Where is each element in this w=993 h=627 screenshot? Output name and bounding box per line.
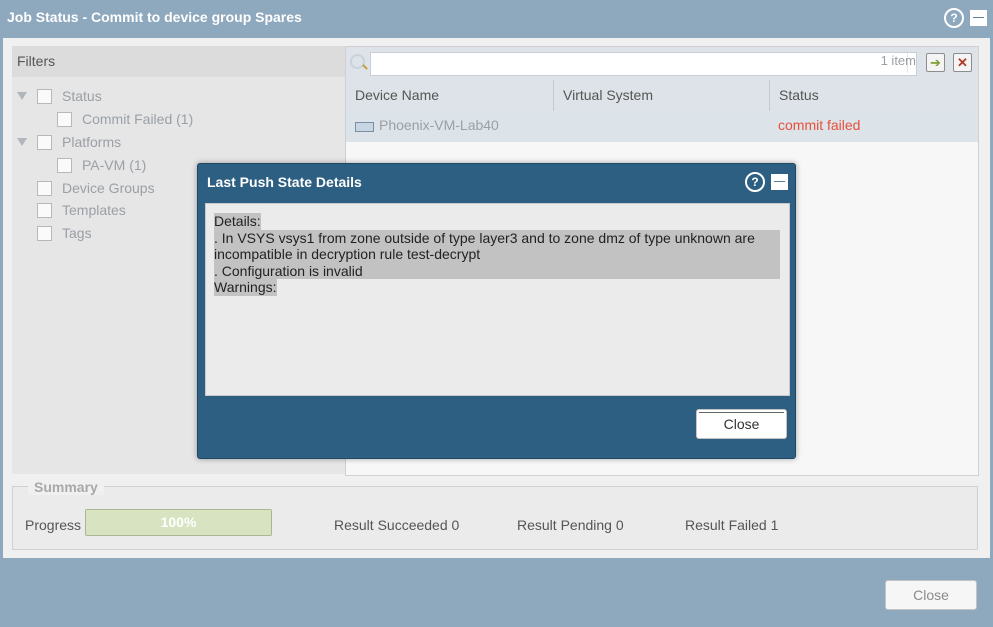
detail-line: . In VSYS vsys1 from zone outside of typ… bbox=[214, 229, 780, 246]
summary-section: Summary Progress 100% Result Succeeded 0… bbox=[12, 479, 978, 550]
item-count: 1 item bbox=[880, 53, 916, 68]
window-title: Job Status - Commit to device group Spar… bbox=[7, 9, 302, 25]
clear-filter-button[interactable]: ✕ bbox=[953, 53, 972, 72]
expand-triangle-icon[interactable] bbox=[17, 92, 27, 100]
result-pending: Result Pending 0 bbox=[517, 517, 624, 533]
device-icon bbox=[355, 122, 374, 132]
filter-templates-checkbox[interactable] bbox=[37, 203, 52, 218]
dialog-minimize-icon[interactable] bbox=[771, 174, 788, 190]
column-header-device-name[interactable]: Device Name bbox=[346, 80, 554, 111]
minimize-window-icon[interactable] bbox=[970, 10, 987, 26]
table-row[interactable]: Phoenix-VM-Lab40 commit failed bbox=[346, 111, 978, 142]
progress-label: Progress bbox=[25, 517, 82, 533]
result-succeeded: Result Succeeded 0 bbox=[334, 517, 460, 533]
filter-templates-label: Templates bbox=[62, 202, 126, 218]
result-failed: Result Failed 1 bbox=[685, 517, 779, 533]
filter-pa-vm-checkbox[interactable] bbox=[57, 158, 72, 173]
filter-status[interactable]: Status bbox=[12, 86, 342, 106]
progress-bar: 100% bbox=[85, 509, 272, 536]
cell-status[interactable]: commit failed bbox=[778, 111, 860, 142]
filter-device-groups-label: Device Groups bbox=[62, 180, 155, 196]
dialog-close-button[interactable]: Close bbox=[696, 409, 787, 439]
filter-platforms-checkbox[interactable] bbox=[37, 135, 52, 150]
filter-pa-vm-label: PA-VM (1) bbox=[82, 157, 147, 173]
filter-commit-failed-label: Commit Failed (1) bbox=[82, 111, 194, 127]
filter-tags-label: Tags bbox=[62, 225, 92, 241]
dialog-title: Last Push State Details bbox=[207, 174, 362, 190]
apply-filter-button[interactable]: ➔ bbox=[926, 53, 945, 72]
filter-platforms[interactable]: Platforms bbox=[12, 132, 342, 152]
detail-line: Details: bbox=[214, 213, 261, 230]
filters-header: Filters bbox=[12, 46, 345, 77]
filter-tags-checkbox[interactable] bbox=[37, 226, 52, 241]
window-titlebar: Job Status - Commit to device group Spar… bbox=[0, 0, 993, 36]
details-text-area[interactable]: Details: . In VSYS vsys1 from zone outsi… bbox=[205, 203, 790, 396]
detail-line: Warnings: bbox=[214, 279, 277, 296]
filter-commit-failed-checkbox[interactable] bbox=[57, 112, 72, 127]
help-icon[interactable]: ? bbox=[944, 8, 964, 28]
summary-title: Summary bbox=[28, 479, 104, 495]
filter-status-label: Status bbox=[62, 88, 102, 104]
filter-status-checkbox[interactable] bbox=[37, 89, 52, 104]
details-text: Details: . In VSYS vsys1 from zone outsi… bbox=[214, 213, 780, 296]
close-button[interactable]: Close bbox=[885, 580, 977, 610]
filter-platforms-label: Platforms bbox=[62, 134, 122, 150]
last-push-state-dialog: Last Push State Details ? Details: . In … bbox=[197, 163, 796, 459]
column-header-virtual-system[interactable]: Virtual System bbox=[554, 80, 770, 111]
progress-value: 100% bbox=[160, 514, 197, 530]
filter-device-groups-checkbox[interactable] bbox=[37, 181, 52, 196]
search-input[interactable] bbox=[370, 52, 917, 76]
search-toolbar: 1 item ➔ ✕ bbox=[346, 47, 978, 80]
detail-line: incompatible in decryption rule test-dec… bbox=[214, 246, 780, 263]
column-header-status[interactable]: Status bbox=[770, 80, 978, 111]
search-icon bbox=[350, 54, 365, 69]
detail-line: . Configuration is invalid bbox=[214, 262, 780, 279]
expand-triangle-icon[interactable] bbox=[17, 138, 27, 146]
cell-device-name[interactable]: Phoenix-VM-Lab40 bbox=[379, 111, 499, 142]
filter-commit-failed[interactable]: Commit Failed (1) bbox=[12, 109, 342, 129]
dialog-help-icon[interactable]: ? bbox=[745, 172, 765, 192]
